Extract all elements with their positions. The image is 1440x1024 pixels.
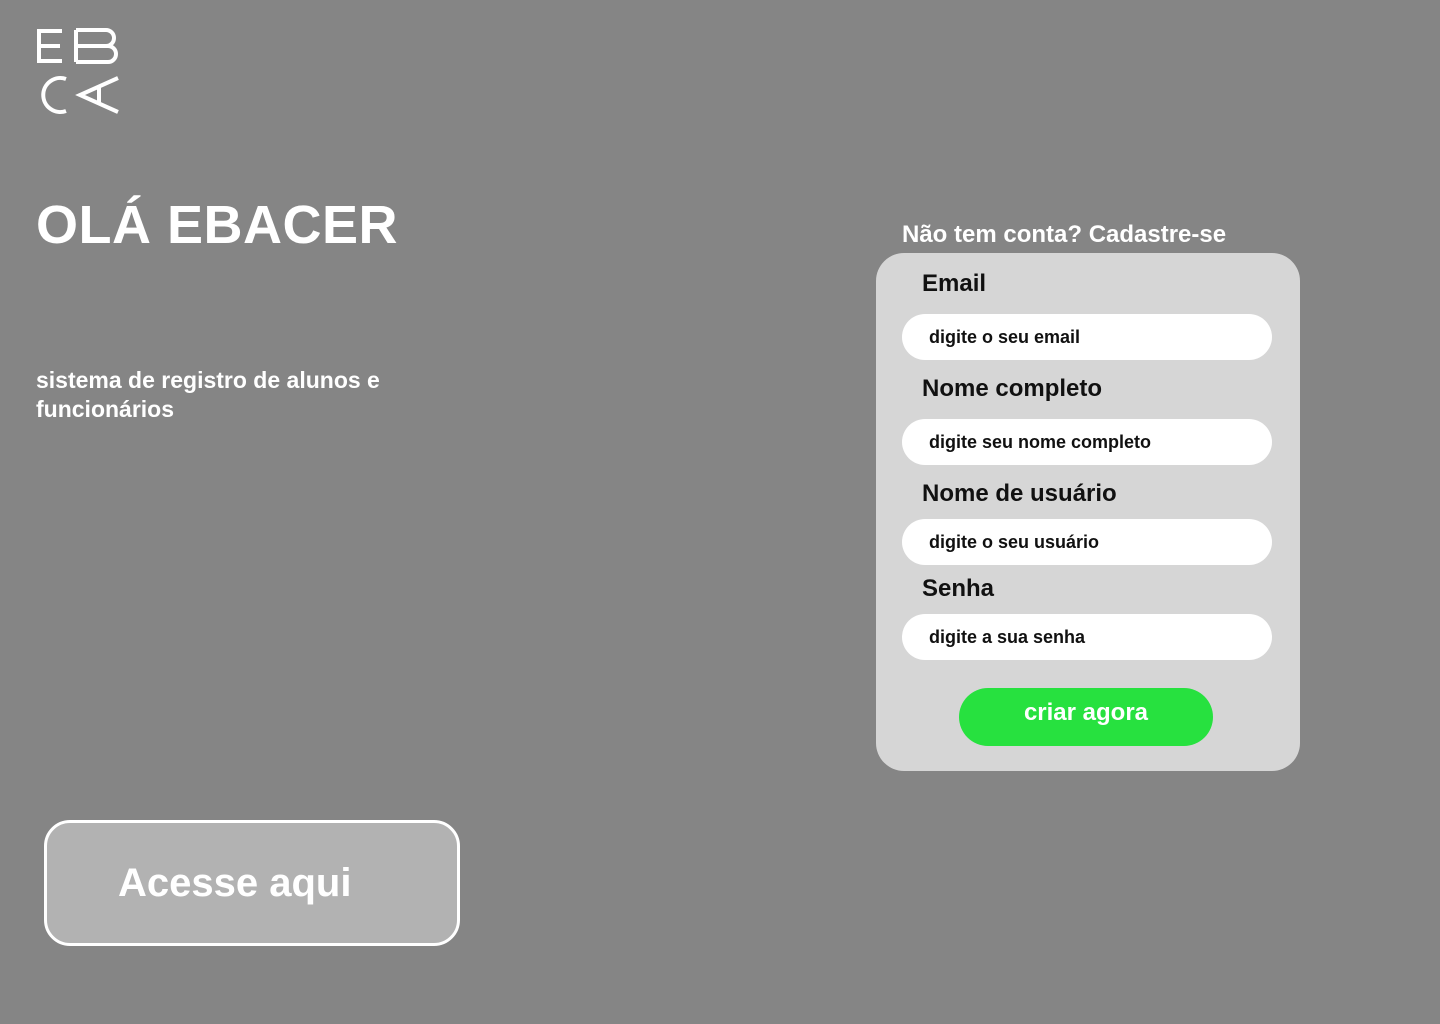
signup-prompt[interactable]: Não tem conta? Cadastre-se bbox=[902, 221, 1226, 249]
page-title: OLÁ EBACER bbox=[36, 195, 399, 255]
email-label: Email bbox=[922, 270, 987, 297]
full-name-field[interactable] bbox=[902, 419, 1272, 465]
password-label: Senha bbox=[922, 575, 995, 602]
email-field[interactable] bbox=[902, 314, 1272, 360]
access-here-button[interactable]: Acesse aqui bbox=[44, 820, 460, 946]
signup-form: Email Nome completo Nome de usuário Senh… bbox=[876, 253, 1300, 771]
page-subtitle: sistema de registro de alunos e funcioná… bbox=[36, 367, 380, 422]
ebac-logo-icon bbox=[36, 28, 124, 118]
username-label: Nome de usuário bbox=[922, 480, 1117, 507]
full-name-label: Nome completo bbox=[922, 375, 1103, 402]
username-field[interactable] bbox=[902, 519, 1272, 565]
create-now-button[interactable]: criar agora bbox=[959, 688, 1213, 746]
password-field[interactable] bbox=[902, 614, 1272, 660]
